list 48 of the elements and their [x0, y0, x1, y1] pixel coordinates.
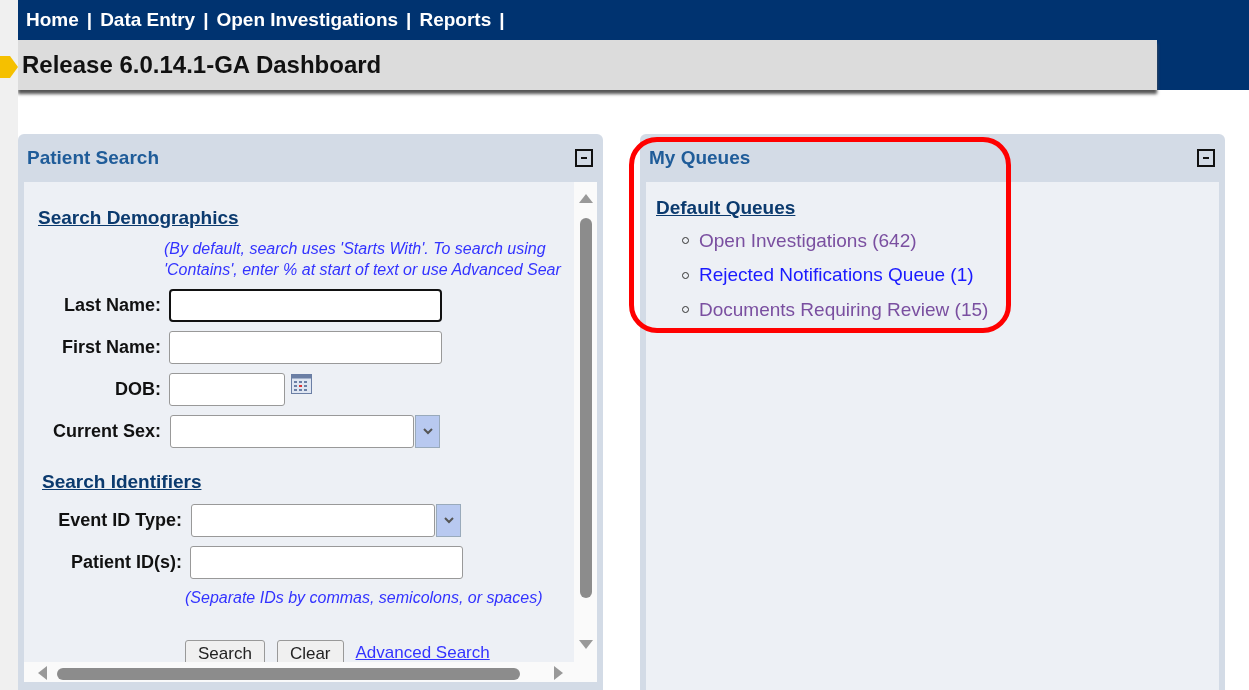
nav-separator: | — [203, 7, 209, 32]
section-heading[interactable]: Search Identifiers — [42, 470, 202, 492]
nav-link[interactable]: Open Investigations — [216, 5, 399, 35]
hint-text: (By default, search uses 'Starts With'. To search using — [164, 238, 547, 259]
section-heading[interactable]: Search Demographics — [38, 207, 239, 228]
field-label: Current Sex: — [51, 419, 161, 443]
dropdown-button[interactable] — [415, 414, 440, 448]
nav-separator: | — [499, 7, 505, 32]
dropdown-field[interactable] — [191, 504, 435, 537]
form-button[interactable]: Search — [185, 640, 265, 662]
chevron-icon — [422, 427, 433, 435]
panel-title: Patient Search — [27, 145, 159, 170]
nav-separator: | — [406, 7, 412, 32]
hint-text: 'Contains', enter % at start of text or use Advanced Sear — [164, 259, 563, 280]
scroll-up-icon[interactable] — [579, 194, 593, 203]
nav-separator: | — [86, 7, 93, 32]
input-field[interactable] — [169, 288, 442, 322]
collapse-icon[interactable] — [575, 149, 593, 167]
field-label: DOB: — [114, 377, 161, 401]
field-label: Patient ID(s): — [70, 551, 182, 574]
vertical-scrollbar[interactable] — [580, 218, 592, 598]
scroll-right-icon[interactable] — [554, 666, 563, 680]
horizontal-scrollbar[interactable] — [57, 668, 520, 680]
scroll-left-icon[interactable] — [38, 666, 47, 680]
scroll-down-icon[interactable] — [579, 640, 593, 649]
input-field[interactable] — [169, 372, 285, 406]
form-button[interactable]: Clear — [276, 640, 344, 662]
nav-link[interactable]: Reports — [419, 5, 492, 35]
dropdown-field[interactable] — [170, 414, 414, 448]
section-heading[interactable]: Default Queues — [656, 197, 796, 218]
hint-text: (Separate IDs by commas, semicolons, or spaces) — [185, 589, 543, 606]
queue-link[interactable]: Documents Requiring Review (15) — [699, 295, 989, 324]
field-label: Event ID Type: — [57, 509, 182, 532]
calendar-icon[interactable] — [291, 374, 312, 394]
collapse-icon[interactable] — [1197, 149, 1215, 167]
advanced-search-link[interactable]: Advanced Search — [355, 640, 490, 662]
input-field[interactable] — [169, 330, 442, 364]
nav-link[interactable]: Home — [26, 5, 79, 35]
chevron-icon — [443, 517, 454, 524]
dropdown-button[interactable] — [436, 504, 461, 537]
panel-title: My Queues — [649, 145, 751, 170]
queue-link[interactable]: Rejected Notifications Queue (1) — [699, 261, 974, 290]
page-title: Release 6.0.14.1-GA Dashboard — [22, 50, 382, 80]
input-field[interactable] — [190, 546, 463, 579]
field-label: First Name: — [60, 335, 161, 359]
field-label: Last Name: — [62, 293, 161, 317]
nav-link[interactable]: Data Entry — [100, 5, 196, 35]
queue-link[interactable]: Open Investigations (642) — [699, 226, 917, 255]
